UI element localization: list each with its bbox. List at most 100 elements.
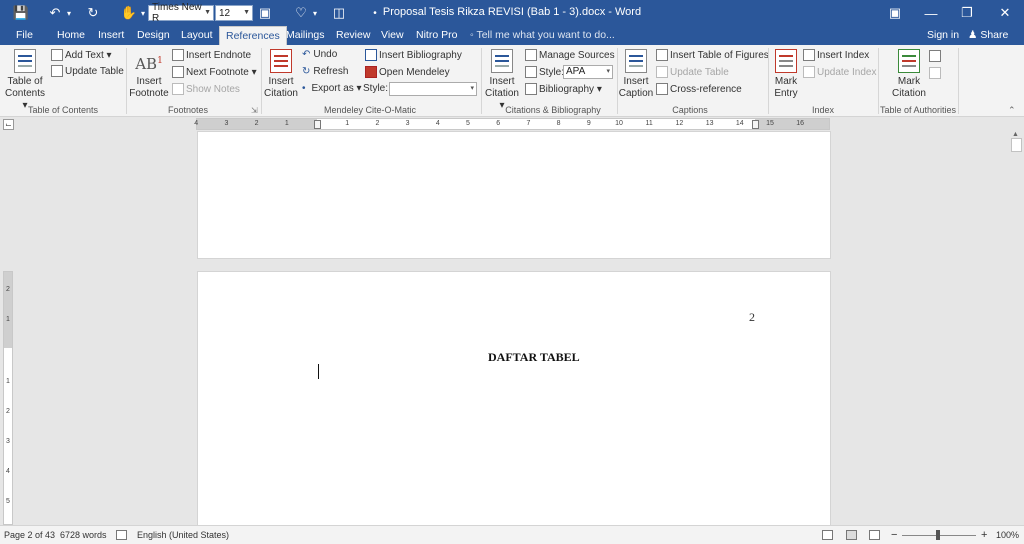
insert-citation-button[interactable]: Insert Citation ▾: [482, 49, 522, 112]
open-mendeley-button[interactable]: Open Mendeley: [365, 66, 450, 78]
save-icon[interactable]: 💾: [12, 4, 30, 22]
customize-toolbar-icon[interactable]: •: [368, 4, 382, 22]
insert-bibliography-button[interactable]: Insert Bibliography: [365, 49, 462, 61]
insert-index-button[interactable]: Insert Index: [803, 49, 869, 61]
update-table-button[interactable]: Update Table: [51, 65, 124, 77]
tab-design[interactable]: Design: [137, 26, 170, 45]
mark-citation-button[interactable]: Mark Citation: [887, 49, 931, 100]
show-notes-button[interactable]: Show Notes: [172, 83, 240, 95]
print-preview-icon[interactable]: ▣: [256, 4, 274, 22]
mendeley-refresh-button[interactable]: ↻ Refresh: [302, 66, 348, 77]
tab-nitro-pro[interactable]: Nitro Pro: [416, 26, 457, 45]
collapse-ribbon-icon[interactable]: ⌃: [1008, 105, 1016, 116]
undo-icon[interactable]: ↶: [46, 4, 64, 22]
show-notes-label: Show Notes: [186, 83, 240, 95]
horizontal-ruler[interactable]: 4 3 2 1 1 2 3 4 5 6 7 8 9 10 11 12 13 14 15 16: [194, 118, 830, 130]
update-table-of-authorities-icon[interactable]: [929, 67, 941, 79]
shapes-icon[interactable]: ♡: [292, 4, 310, 22]
close-icon[interactable]: ✕: [986, 0, 1024, 26]
print-layout-icon[interactable]: [846, 530, 857, 540]
zoom-level[interactable]: 100%: [996, 526, 1019, 544]
touch-dropdown-icon[interactable]: ▾: [138, 4, 148, 22]
cross-reference-icon: [656, 83, 668, 95]
vertical-scrollbar[interactable]: ▲: [1008, 131, 1024, 525]
tab-layout[interactable]: Layout: [181, 26, 213, 45]
insert-table-of-figures-label: Insert Table of Figures: [670, 49, 769, 61]
citation-style-value: APA: [566, 66, 586, 77]
table-of-contents-button[interactable]: Table of Contents ▾: [4, 49, 46, 112]
ribbon-display-options-icon[interactable]: ▣: [876, 0, 914, 26]
web-layout-icon[interactable]: [869, 530, 880, 540]
tab-mailings[interactable]: Mailings: [286, 26, 325, 45]
sign-in-link[interactable]: Sign in: [927, 26, 959, 45]
update-index-button[interactable]: Update Index: [803, 66, 877, 78]
add-text-button[interactable]: Add Text ▾: [51, 49, 112, 61]
mendeley-insert-citation-label-2: Citation: [264, 88, 298, 99]
page-count[interactable]: Page 2 of 43: [4, 526, 55, 544]
vertical-ruler[interactable]: 2 1 1 2 3 4 5: [3, 271, 13, 525]
undo-dropdown-icon[interactable]: ▾: [64, 4, 74, 22]
insert-caption-label: Insert: [623, 76, 649, 87]
mendeley-undo-button[interactable]: ↶ Undo: [302, 49, 337, 60]
left-indent-marker[interactable]: [314, 120, 321, 129]
mark-entry-label-2: Entry: [774, 88, 798, 99]
cross-reference-button[interactable]: Cross-reference: [656, 83, 742, 95]
read-mode-icon[interactable]: [822, 530, 833, 540]
insert-endnote-button[interactable]: Insert Endnote: [172, 49, 251, 61]
restore-icon[interactable]: ❐: [948, 0, 986, 26]
font-name-box[interactable]: Times New R ▼: [148, 2, 214, 24]
mendeley-style-select[interactable]: ▾: [389, 82, 477, 96]
group-label-footnotes: Footnotes: [167, 105, 209, 115]
insert-table-of-authorities-icon[interactable]: [929, 50, 941, 62]
manage-sources-button[interactable]: Manage Sources: [525, 49, 615, 61]
bibliography-button[interactable]: Bibliography ▾: [525, 83, 602, 95]
vertical-ruler-margin: [4, 272, 12, 348]
mendeley-insert-citation-button[interactable]: Insert Citation: [262, 49, 300, 100]
tab-file[interactable]: File: [16, 26, 33, 45]
tab-references[interactable]: References: [219, 26, 287, 45]
tell-me-box[interactable]: ◦ Tell me what you want to do...: [470, 26, 615, 45]
tab-view[interactable]: View: [381, 26, 404, 45]
zoom-in-button[interactable]: +: [981, 526, 987, 544]
right-indent-marker[interactable]: [752, 120, 759, 129]
tab-review[interactable]: Review: [336, 26, 370, 45]
vertical-ruler-tick-label: 4: [6, 468, 10, 475]
insert-table-of-figures-button[interactable]: Insert Table of Figures: [656, 49, 769, 61]
minimize-icon[interactable]: —: [912, 0, 950, 26]
insert-footnote-label: Insert: [136, 76, 162, 87]
touch-mode-icon[interactable]: ✋: [120, 4, 138, 22]
next-footnote-button[interactable]: Next Footnote ▾: [172, 66, 257, 78]
word-count[interactable]: 6728 words: [60, 526, 107, 544]
show-notes-icon: [172, 83, 184, 95]
ruler-tick-label: 4: [194, 120, 199, 127]
scroll-up-icon[interactable]: ▲: [1012, 131, 1019, 138]
citation-style-select[interactable]: APA ▾: [563, 65, 613, 79]
document-page-2[interactable]: 2 DAFTAR TABEL: [197, 271, 831, 531]
font-name-value: Times New R: [152, 2, 202, 24]
insert-footnote-button[interactable]: AB1 Insert Footnote: [128, 49, 170, 100]
proofing-icon[interactable]: [116, 530, 127, 540]
vertical-ruler-tick-label: 1: [6, 378, 10, 385]
zoom-slider-thumb[interactable]: [936, 530, 940, 540]
ruler-tick-label: 13: [705, 120, 714, 127]
insert-caption-button[interactable]: Insert Caption: [617, 49, 655, 100]
tab-home[interactable]: Home: [57, 26, 85, 45]
scrollbar-thumb[interactable]: [1011, 138, 1022, 152]
ruler-tick-label: 3: [224, 120, 229, 127]
zoom-out-button[interactable]: −: [891, 526, 897, 544]
document-page-1[interactable]: [197, 131, 831, 259]
font-size-box[interactable]: 12 ▼: [215, 5, 253, 21]
footnotes-launcher-icon[interactable]: ⇲: [251, 106, 258, 115]
tab-insert[interactable]: Insert: [98, 26, 124, 45]
tab-selector-icon[interactable]: ⌙: [3, 119, 14, 130]
mark-entry-button[interactable]: Mark Entry: [769, 49, 803, 100]
next-footnote-label: Next Footnote: [186, 66, 249, 78]
mendeley-export-as-label: Export as: [311, 83, 354, 94]
mendeley-export-as-button[interactable]: • Export as ▾: [302, 83, 362, 94]
redo-icon[interactable]: ↻: [84, 4, 102, 22]
update-table-of-figures-button[interactable]: Update Table: [656, 66, 729, 78]
shapes-dropdown-icon[interactable]: ▾: [310, 4, 320, 22]
bus-icon[interactable]: ◫: [330, 4, 348, 22]
language-status[interactable]: English (United States): [137, 526, 229, 544]
share-button[interactable]: ♟ Share: [968, 26, 1008, 45]
